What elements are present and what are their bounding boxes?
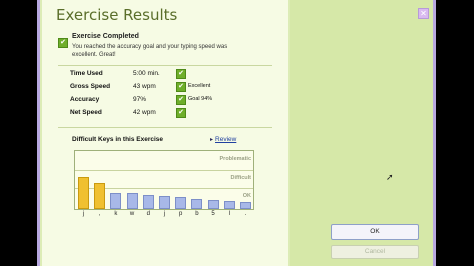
key-label: l xyxy=(228,211,230,217)
zone-divider xyxy=(75,170,253,171)
key-bar xyxy=(207,200,219,209)
completed-heading: Exercise Completed xyxy=(72,33,139,40)
key-bar xyxy=(175,197,187,209)
key-label: b xyxy=(195,211,199,217)
zone-label-ok: OK xyxy=(242,193,251,199)
stat-note: Excellent xyxy=(188,83,211,89)
exercise-results-window: Exercise Results ✔ Exercise Completed Yo… xyxy=(37,0,436,266)
stat-row-time-used: Time Used 5:00 min. ✔ xyxy=(70,69,250,80)
key-bar xyxy=(110,193,122,209)
difficult-keys-title: Difficult Keys in this Exercise xyxy=(72,136,164,143)
key-label: . xyxy=(244,211,247,217)
stat-note: Goal 94% xyxy=(188,96,213,102)
exercise-completed-section: ✔ Exercise Completed You reached the acc… xyxy=(58,33,227,58)
stat-label: Gross Speed xyxy=(70,83,111,90)
difficult-keys-chart: Problematic Difficult OK xyxy=(74,150,254,210)
check-icon: ✔ xyxy=(58,37,68,48)
zone-label-difficult: Difficult xyxy=(230,175,251,181)
cancel-button: Cancel xyxy=(331,245,419,259)
stat-value: 42 wpm xyxy=(133,109,156,116)
side-panel: ✕ ➚ OK Cancel xyxy=(290,0,433,266)
divider xyxy=(58,65,272,66)
key-bar xyxy=(142,195,154,209)
key-bar xyxy=(94,183,106,209)
divider xyxy=(58,127,272,128)
key-label: j xyxy=(163,211,166,217)
window-title: Exercise Results xyxy=(56,6,178,24)
key-bar xyxy=(240,202,251,209)
completed-message: You reached the accuracy goal and your t… xyxy=(72,44,228,58)
key-label: p xyxy=(179,211,183,217)
ok-button[interactable]: OK xyxy=(331,224,419,240)
zone-label-problematic: Problematic xyxy=(219,156,251,162)
close-icon[interactable]: ✕ xyxy=(418,8,429,19)
key-label: , xyxy=(98,211,101,217)
check-icon: ✔ xyxy=(176,69,186,79)
stat-value: 5:00 min. xyxy=(133,70,160,77)
stat-row-accuracy: Accuracy 97% ✔ Goal 94% xyxy=(70,95,250,106)
key-label: d xyxy=(146,211,150,217)
key-bar xyxy=(159,196,170,209)
stat-row-gross-speed: Gross Speed 43 wpm ✔ Excellent xyxy=(70,82,250,93)
key-bar xyxy=(223,201,235,209)
stat-row-net-speed: Net Speed 42 wpm ✔ xyxy=(70,108,250,119)
key-bar xyxy=(191,199,203,209)
key-label: 5 xyxy=(211,211,215,217)
key-bar xyxy=(78,177,89,209)
key-label: w xyxy=(129,211,135,217)
key-bar xyxy=(126,193,138,209)
key-label: j xyxy=(82,211,85,217)
stat-label: Time Used xyxy=(70,70,103,77)
stat-value: 43 wpm xyxy=(133,83,156,90)
stat-label: Net Speed xyxy=(70,109,102,116)
check-icon: ✔ xyxy=(176,108,186,118)
check-icon: ✔ xyxy=(176,82,186,92)
key-label: k xyxy=(114,211,118,217)
check-icon: ✔ xyxy=(176,95,186,105)
stat-label: Accuracy xyxy=(70,96,100,103)
stat-value: 97% xyxy=(133,96,147,103)
results-panel: Exercise Results ✔ Exercise Completed Yo… xyxy=(42,0,288,266)
review-link[interactable]: Review xyxy=(210,136,236,143)
mouse-pointer-icon: ➚ xyxy=(386,172,394,182)
